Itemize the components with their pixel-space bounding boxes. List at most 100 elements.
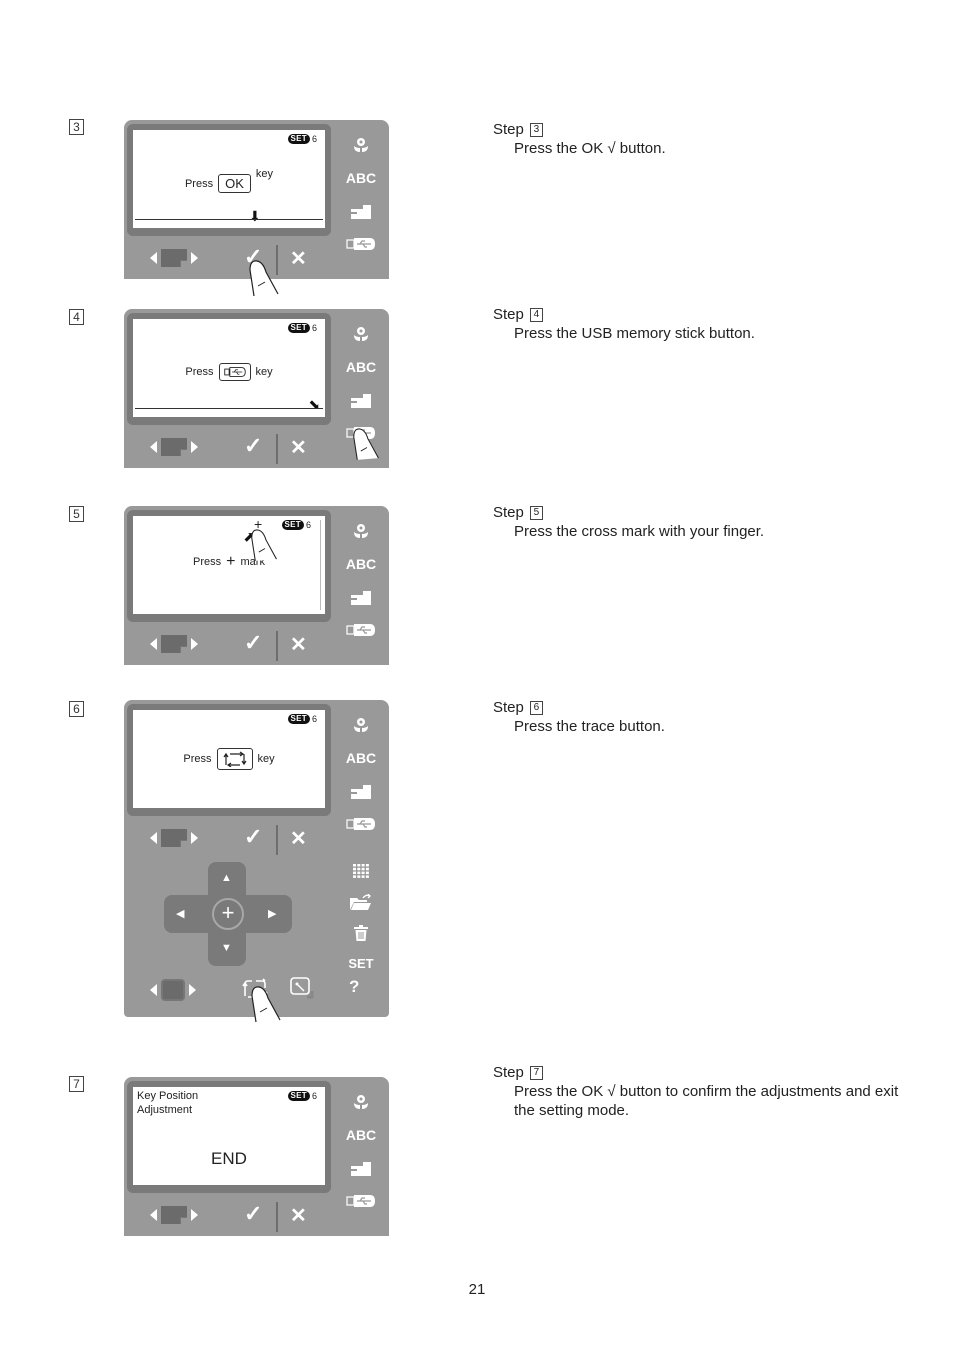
sewing-machine-icon[interactable] [338,580,384,613]
next-page-icon[interactable] [191,1209,198,1221]
flower-icon[interactable] [338,317,384,350]
pattern-move-button[interactable] [290,977,314,999]
lcd-title: Key Position Adjustment [137,1090,199,1116]
side-buttons: ABC [338,514,384,646]
prev-page-icon[interactable] [150,1209,157,1221]
down-arrow-button[interactable]: ▼ [221,942,232,954]
lcd-frame: SET 6 Press key ⬇ [127,313,331,425]
usb-icon[interactable] [338,227,384,260]
ok-button[interactable]: ✓ [244,433,262,459]
lcd-screen: SET 6 Press key [133,710,325,808]
up-arrow-button[interactable]: ▲ [221,872,232,884]
sewing-machine-icon[interactable] [338,774,384,807]
step-number-6: 6 [69,701,84,717]
next-page-icon[interactable] [191,832,198,844]
sewing-machine-icon[interactable] [338,1151,384,1184]
flower-icon[interactable] [338,128,384,161]
side-buttons: ABC [338,708,384,840]
abc-button[interactable]: ABC [338,350,384,383]
lcd-frame: SET 6 Press + mark + ⬆ [127,510,331,622]
left-arrow-button[interactable]: ◀ [176,907,184,920]
divider [276,434,278,464]
usb-icon[interactable] [338,613,384,646]
end-message: END [211,1149,247,1168]
lcd-message: Press key [133,748,325,770]
sewing-machine-icon[interactable] [338,383,384,416]
divider [276,825,278,855]
set-badge: SET 6 [287,714,317,724]
lcd-frame: SET 6 Press key [127,704,331,816]
control-panel-step-4: SET 6 Press key ⬇ ABC ✓ ✕ [124,309,389,468]
abc-button[interactable]: ABC [338,1118,384,1151]
next-page-icon[interactable] [191,441,198,453]
page-icon [161,829,187,847]
bottom-bar: ✓ ✕ [124,821,334,857]
ok-button[interactable]: ✓ [244,630,262,656]
ok-key-graphic: OK [218,174,251,193]
step-7-instruction: Step 7 Press the OK √ button to confirm t… [493,1064,899,1119]
side-buttons: ABC [338,1085,384,1217]
prev-icon[interactable] [150,984,157,996]
lcd-baseline [135,219,323,220]
lcd-baseline [135,408,323,409]
flower-icon[interactable] [338,1085,384,1118]
set-badge: SET 6 [287,323,317,333]
set-badge: SET 6 [287,134,317,144]
ok-button[interactable]: ✓ [244,1201,262,1227]
bottom-bar: ✓ ✕ [124,627,334,663]
grid-icon[interactable] [338,855,384,886]
prev-page-icon[interactable] [150,638,157,650]
sewing-machine-icon[interactable] [338,194,384,227]
next-page-icon[interactable] [191,252,198,264]
page-nav [150,438,198,456]
prev-page-icon[interactable] [150,252,157,264]
trash-icon[interactable] [338,917,384,948]
usb-icon[interactable] [338,1184,384,1217]
abc-button[interactable]: ABC [338,547,384,580]
next-page-icon[interactable] [191,638,198,650]
step-6-instruction: Step 6 Press the trace button. [493,699,665,735]
lcd-screen: SET 6 Press + mark + ⬆ [133,516,325,614]
center-plus-button[interactable]: + [212,898,244,930]
lcd-message: Press OK key [184,168,274,193]
bottom-bar: ✓ ✕ [124,1198,334,1234]
abc-button[interactable]: ABC [338,741,384,774]
step-number-3: 3 [69,119,84,135]
flower-icon[interactable] [338,708,384,741]
lcd-screen: Key Position Adjustment SET 6 END [133,1087,325,1185]
prev-page-icon[interactable] [150,441,157,453]
help-button[interactable]: ? [349,977,359,997]
abc-button[interactable]: ABC [338,161,384,194]
down-arrow-icon: ⬇ [249,208,261,224]
folder-icon[interactable] [338,886,384,917]
diagonal-arrow-icon: ⬇ [304,395,325,415]
lcd-screen: SET 6 Press OK key ⬇ [133,130,325,228]
page-icon [161,249,187,267]
control-panel-step-5: SET 6 Press + mark + ⬆ ABC ✓ ✕ [124,506,389,665]
page-nav [150,249,198,267]
right-arrow-button[interactable]: ▶ [268,907,276,920]
divider [276,1202,278,1232]
cancel-button[interactable]: ✕ [290,632,307,657]
step-4-instruction: Step 4 Press the USB memory stick button. [493,306,755,342]
prev-page-icon[interactable] [150,832,157,844]
step-5-instruction: Step 5 Press the cross mark with your fin… [493,504,765,540]
cancel-button[interactable]: ✕ [290,435,307,460]
cancel-button[interactable]: ✕ [290,246,307,271]
next-icon[interactable] [189,984,196,996]
direction-pad: ▲ ▼ ◀ ▶ + [164,862,292,966]
side-lower-buttons: SET [338,855,384,979]
step-number-4: 4 [69,309,84,325]
ok-button[interactable]: ✓ [244,824,262,850]
step-number-7: 7 [69,1076,84,1092]
cancel-button[interactable]: ✕ [290,826,307,851]
lcd-screen: SET 6 Press key ⬇ [133,319,325,417]
cancel-button[interactable]: ✕ [290,1203,307,1228]
divider [276,631,278,661]
usb-icon[interactable] [338,807,384,840]
step-3-instruction: Step 3 Press the OK √ button. [493,121,666,157]
flower-icon[interactable] [338,514,384,547]
usb-key-graphic [218,363,251,381]
trace-key-graphic [216,748,253,770]
page-icon [161,438,187,456]
